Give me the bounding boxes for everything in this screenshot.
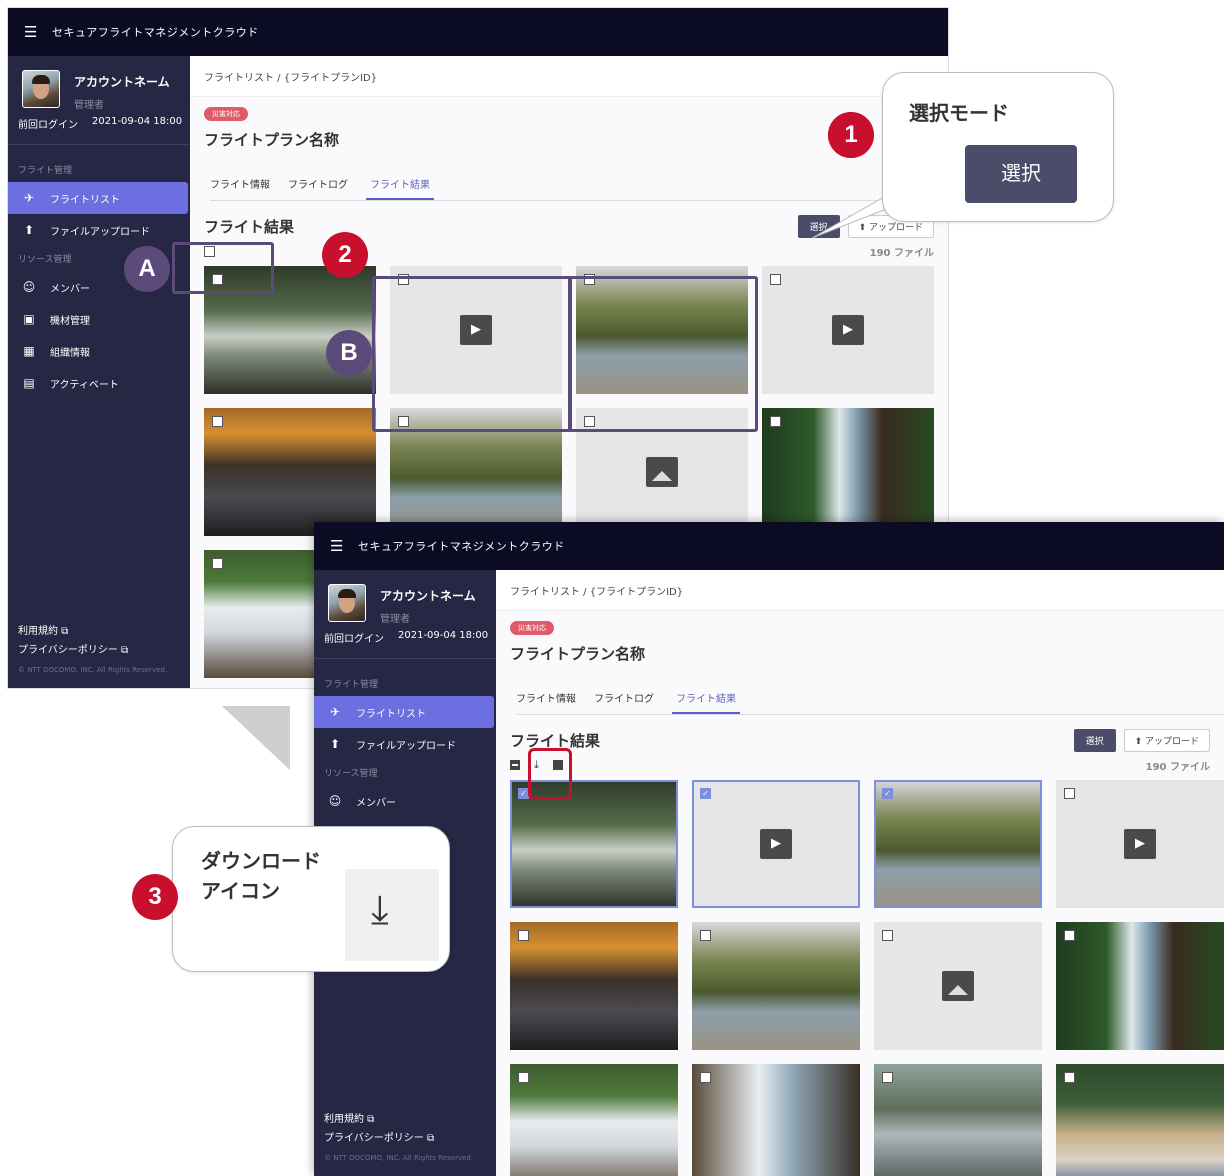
- breadcrumb[interactable]: フライトリスト / {フライトプランID}: [496, 570, 1224, 611]
- highlight-download-icon: [528, 748, 572, 800]
- tile-checkbox[interactable]: [700, 930, 711, 941]
- play-icon: ▶: [760, 829, 792, 859]
- terms-link[interactable]: 利用規約 ⧉: [324, 1110, 473, 1125]
- main-content: フライトリスト / {フライトプランID} 災害対応 フライトプラン名称 フライ…: [496, 570, 1224, 1176]
- callout-download-preview: ⤓: [345, 869, 439, 961]
- copyright: © NTT DOCOMO, INC. All Rights Reserved.: [324, 1154, 474, 1162]
- file-tile[interactable]: [510, 1064, 678, 1176]
- tab-flight-log[interactable]: フライトログ: [594, 690, 654, 714]
- sidebar-item-flight-list[interactable]: ✈ フライトリスト: [314, 696, 494, 728]
- page-title: フライトプラン名称: [510, 645, 646, 663]
- tab-flight-results[interactable]: フライト結果: [672, 690, 740, 714]
- callout-download-icon: ダウンロード アイコン ⤓: [172, 826, 450, 972]
- play-icon: ▶: [1124, 829, 1156, 859]
- image-icon: [942, 971, 974, 1001]
- status-badge: 災害対応: [510, 621, 554, 635]
- tile-checkbox[interactable]: [882, 1072, 893, 1083]
- file-tile[interactable]: [874, 922, 1042, 1050]
- file-tile[interactable]: [692, 922, 860, 1050]
- last-login: 前回ログイン 2021-09-04 18:00: [314, 624, 496, 659]
- file-tile[interactable]: ✓ ▶: [692, 780, 860, 908]
- upload-icon: ⬆: [329, 737, 341, 751]
- app-header: ☰ セキュアフライトマネジメントクラウド: [314, 522, 1224, 570]
- section-label-resource: リソース管理: [324, 769, 378, 779]
- account-role: 管理者: [380, 614, 410, 625]
- sidebar-footer: 利用規約 ⧉ プライバシーポリシー ⧉ © NTT DOCOMO, INC. A…: [324, 1110, 473, 1166]
- avatar[interactable]: [328, 584, 366, 622]
- tile-checkbox[interactable]: [882, 930, 893, 941]
- deselect-all-checkbox[interactable]: [510, 760, 520, 770]
- tab-bar: フライト情報 フライトログ フライト結果: [516, 690, 1224, 715]
- upload-button[interactable]: ⬆ アップロード: [1123, 729, 1210, 752]
- tile-checkbox[interactable]: [518, 1072, 529, 1083]
- callout-title: 選択モード: [909, 103, 1009, 125]
- callout-title: ダウンロード アイコン: [201, 851, 321, 903]
- app-title: セキュアフライトマネジメントクラウド: [357, 540, 565, 553]
- privacy-link[interactable]: プライバシーポリシー ⧉: [324, 1129, 473, 1144]
- tile-checkbox[interactable]: ✓: [882, 788, 893, 799]
- tile-checkbox[interactable]: [1064, 930, 1075, 941]
- callout-select-button: 選択: [965, 145, 1077, 203]
- file-tile[interactable]: [510, 922, 678, 1050]
- screen-after: ☰ セキュアフライトマネジメントクラウド アカウントネーム 管理者 前回ログイン…: [314, 522, 1224, 1176]
- hamburger-menu-icon[interactable]: ☰: [330, 537, 344, 555]
- annotation-badge-1: 1: [828, 112, 874, 158]
- sidebar-item-file-upload[interactable]: ⬆ ファイルアップロード: [314, 728, 496, 760]
- file-count: 190 ファイル: [1145, 761, 1210, 773]
- airplane-icon: ✈: [329, 705, 341, 719]
- select-button[interactable]: 選択: [1073, 729, 1116, 752]
- tile-checkbox[interactable]: [700, 1072, 711, 1083]
- file-tile[interactable]: ✓: [874, 780, 1042, 908]
- file-tile[interactable]: [1056, 922, 1224, 1050]
- file-grid: ✓ ✓ ▶ ✓ ▶: [496, 774, 1224, 1176]
- tile-checkbox[interactable]: [1064, 788, 1075, 799]
- callout-select-mode: 選択モード 選択: [882, 72, 1114, 222]
- tab-flight-info[interactable]: フライト情報: [516, 690, 576, 714]
- section-label-flight: フライト管理: [324, 680, 379, 690]
- download-icon: ⤓: [371, 887, 389, 933]
- sidebar-item-members[interactable]: ☺ メンバー: [314, 785, 496, 817]
- file-tile[interactable]: [692, 1064, 860, 1176]
- annotation-badge-3: 3: [132, 874, 178, 920]
- tile-checkbox[interactable]: ✓: [700, 788, 711, 799]
- file-tile[interactable]: ▶: [1056, 780, 1224, 908]
- file-tile[interactable]: [1056, 1064, 1224, 1176]
- tile-checkbox[interactable]: [518, 930, 529, 941]
- account-name: アカウントネーム: [380, 589, 476, 603]
- tile-checkbox[interactable]: [1064, 1072, 1075, 1083]
- file-tile[interactable]: [874, 1064, 1042, 1176]
- account-panel: アカウントネーム 管理者: [314, 570, 496, 625]
- people-icon: ☺: [328, 794, 342, 808]
